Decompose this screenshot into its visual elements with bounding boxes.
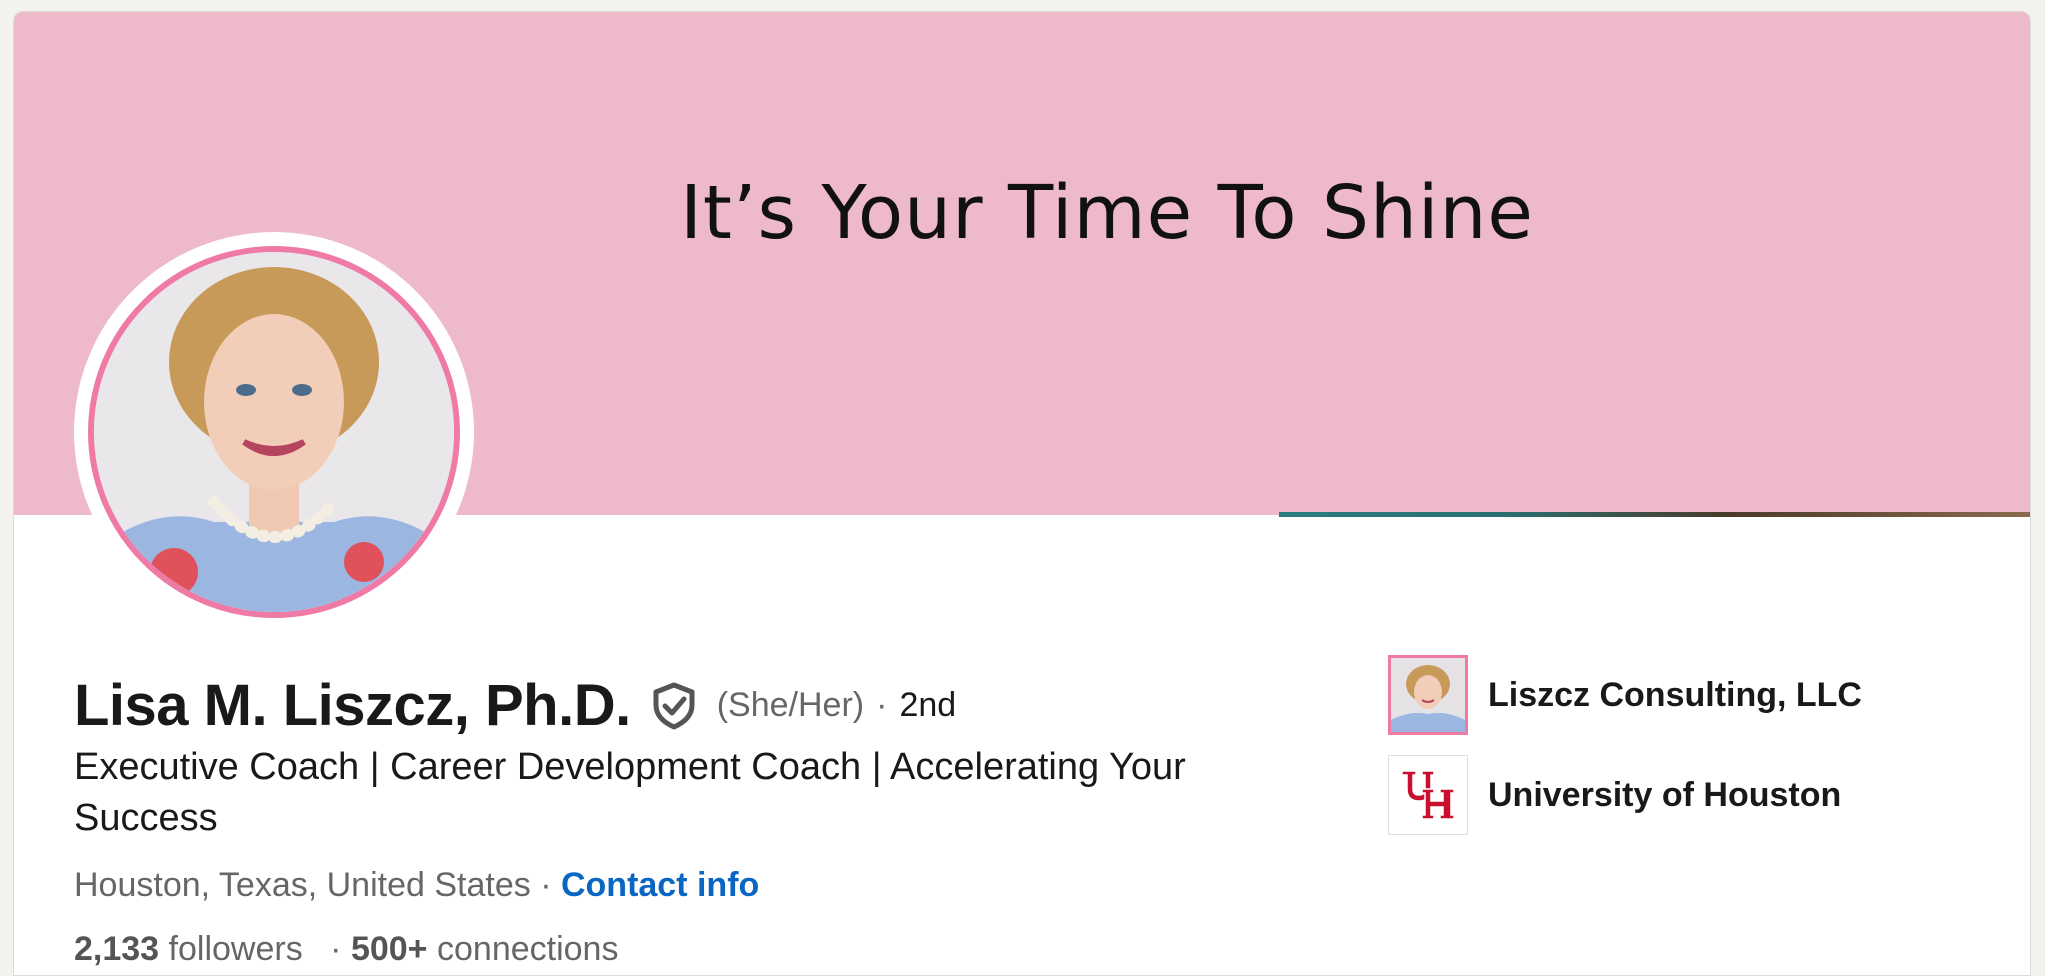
network-stats: 2,133 followers · 500+ connections	[74, 930, 618, 969]
profile-photo[interactable]	[74, 232, 474, 632]
profile-location: Houston, Texas, United States	[74, 866, 531, 904]
followers-label: followers	[168, 930, 303, 968]
followers-count: 2,133	[74, 930, 160, 968]
contact-info-link[interactable]: Contact info	[561, 866, 759, 904]
profile-headline: Executive Coach | Career Development Coa…	[74, 746, 1186, 839]
connection-degree: 2nd	[899, 686, 957, 724]
stats-separator: ·	[330, 930, 342, 968]
location-row: Houston, Texas, United States · Contact …	[74, 866, 759, 905]
banner-photo-strip	[1279, 512, 2030, 517]
profile-card: It’s Your Time To Shine Lisa M. Liszcz, …	[13, 11, 2031, 976]
consulting-logo-photo-icon	[1388, 655, 1468, 735]
degree-separator: ·	[876, 686, 888, 724]
verified-shield-icon[interactable]	[649, 681, 699, 731]
org-name-consulting: Liszcz Consulting, LLC	[1488, 675, 1862, 714]
connections-count[interactable]: 500+	[351, 930, 428, 968]
connections-label[interactable]: connections	[437, 930, 618, 968]
avatar-portrait-icon	[94, 252, 454, 612]
university-of-houston-logo-icon	[1388, 755, 1468, 835]
org-item-consulting[interactable]: Liszcz Consulting, LLC	[1388, 655, 1862, 735]
organizations-list: Liszcz Consulting, LLC University of Hou…	[1388, 655, 1862, 855]
avatar	[88, 246, 460, 618]
pronouns: (She/Her)	[716, 686, 865, 724]
org-name-university: University of Houston	[1488, 775, 1842, 814]
profile-name: Lisa M. Liszcz, Ph.D.	[74, 673, 631, 738]
profile-name-row: Lisa M. Liszcz, Ph.D. (She/Her) · 2nd	[74, 672, 956, 739]
location-separator: ·	[540, 866, 552, 904]
org-item-university[interactable]: University of Houston	[1388, 755, 1862, 835]
